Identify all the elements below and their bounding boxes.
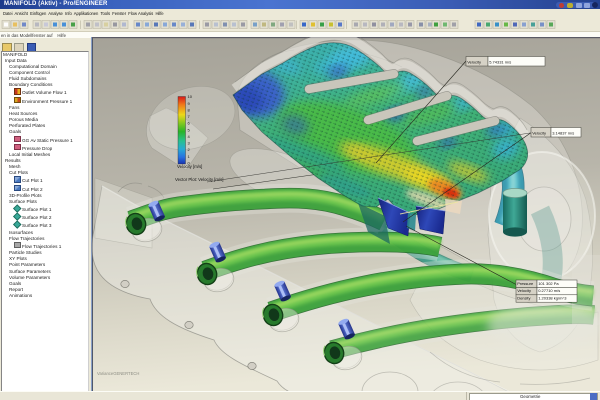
svg-text:Density: Density	[517, 296, 530, 301]
svg-text:Vector Plot: Velocity [m/s]: Vector Plot: Velocity [m/s]	[175, 177, 223, 182]
svg-text:10: 10	[188, 94, 193, 99]
svg-text:Velocity [m/s]: Velocity [m/s]	[177, 164, 202, 169]
svg-text:5.74331 m/s: 5.74331 m/s	[489, 59, 511, 64]
svg-text:3.14837 m/s: 3.14837 m/s	[552, 130, 574, 135]
svg-text:Velocity: Velocity	[532, 130, 546, 135]
svg-text:0.27710 m/s: 0.27710 m/s	[538, 288, 560, 293]
svg-text:Pressure: Pressure	[517, 281, 534, 286]
svg-text:1.20338 kg/m^3: 1.20338 kg/m^3	[538, 296, 567, 301]
svg-text:VarianceGENERTECH: VarianceGENERTECH	[97, 371, 139, 376]
svg-text:101 302 Pa: 101 302 Pa	[538, 281, 559, 286]
svg-text:Velocity: Velocity	[467, 59, 481, 64]
svg-text:Velocity: Velocity	[517, 288, 531, 293]
